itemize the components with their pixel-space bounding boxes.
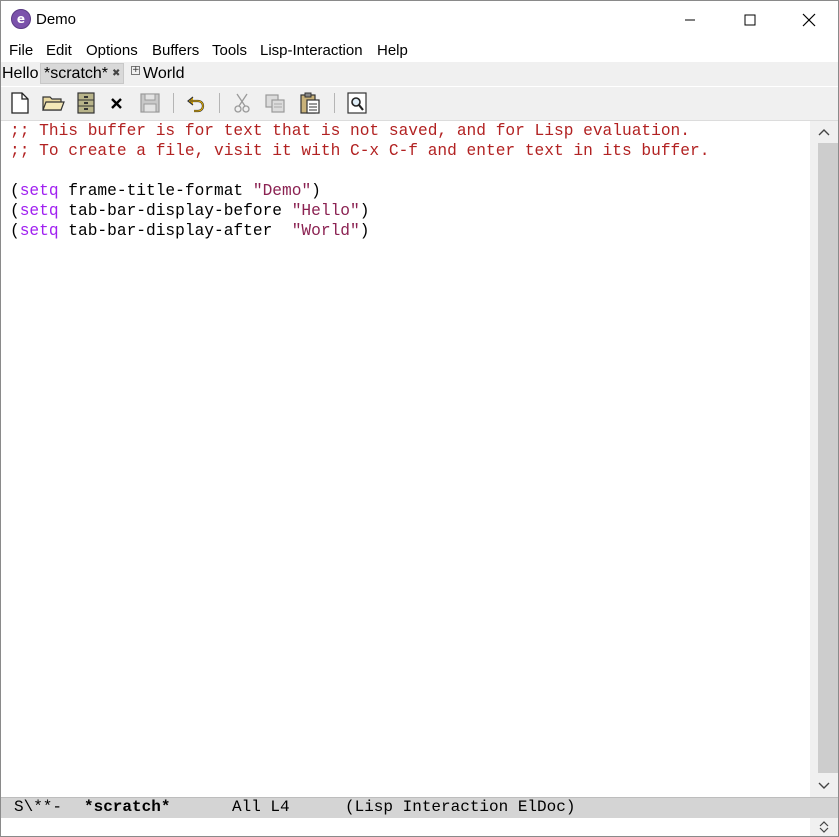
undo-icon[interactable] <box>184 91 208 115</box>
title-bar[interactable]: e Demo <box>1 1 838 39</box>
close-button[interactable] <box>780 1 838 39</box>
menu-edit[interactable]: Edit <box>46 42 72 59</box>
string-text: "World" <box>291 222 360 240</box>
menu-bar: File Edit Options Buffers Tools Lisp-Int… <box>1 40 838 62</box>
menu-buffers[interactable]: Buffers <box>152 42 199 59</box>
scroll-down-button[interactable] <box>810 775 838 797</box>
close-icon <box>802 13 816 27</box>
mode-line[interactable]: S\**- *scratch* All L4 (Lisp Interaction… <box>1 797 838 818</box>
chevron-down-icon <box>818 782 830 789</box>
new-tab-icon[interactable]: + <box>131 66 140 75</box>
minibuffer[interactable] <box>1 818 810 836</box>
string-text: "Hello" <box>291 202 360 220</box>
tab-close-icon[interactable]: ✖ <box>112 68 120 79</box>
cut-icon <box>230 91 254 115</box>
code-text: ( <box>10 202 20 220</box>
keyword-text: setq <box>19 182 59 200</box>
code-text: ( <box>10 182 20 200</box>
code-text: frame-title-format <box>58 182 253 200</box>
maximize-button[interactable] <box>721 1 779 39</box>
minimize-button[interactable] <box>661 1 719 39</box>
dired-icon[interactable] <box>74 91 98 115</box>
window-title: Demo <box>36 11 77 28</box>
modeline-status: S\**- <box>14 798 63 816</box>
buffer-line[interactable]: (setq tab-bar-display-after "World") <box>10 221 369 241</box>
buffer-line[interactable]: (setq tab-bar-display-before "Hello") <box>10 201 369 221</box>
new-file-icon[interactable] <box>8 91 32 115</box>
toolbar-separator <box>219 93 220 113</box>
code-text: ( <box>10 222 20 240</box>
tab-bar: Hello *scratch* ✖ + World <box>1 62 838 86</box>
buffer-text-area[interactable]: ;; This buffer is for text that is not s… <box>1 121 810 797</box>
code-text: ) <box>359 222 370 240</box>
menu-help[interactable]: Help <box>377 42 408 59</box>
minibuffer-scrollbar[interactable] <box>810 818 838 836</box>
code-text: ) <box>311 182 321 200</box>
tab-label: *scratch* <box>44 64 109 82</box>
modeline-modes[interactable]: (Lisp Interaction ElDoc) <box>345 798 575 817</box>
menu-options[interactable]: Options <box>86 42 138 59</box>
paste-icon[interactable] <box>298 91 322 115</box>
toolbar-separator <box>173 93 174 113</box>
search-icon[interactable] <box>345 91 369 115</box>
tab-bar-suffix: World <box>143 65 185 82</box>
close-buffer-icon[interactable] <box>105 91 129 115</box>
code-text: tab-bar-display-before <box>58 202 292 220</box>
emacs-window: e Demo File Edit Options Buffers Tools L… <box>0 0 839 837</box>
scroll-up-button[interactable] <box>810 121 838 143</box>
tab-scratch[interactable]: *scratch* ✖ <box>40 63 125 84</box>
string-text: "Demo" <box>252 182 312 200</box>
menu-tools[interactable]: Tools <box>212 42 247 59</box>
modeline-position: All L4 <box>232 798 290 816</box>
emacs-app-icon[interactable]: e <box>11 9 31 29</box>
toolbar-separator <box>334 93 335 113</box>
minimize-icon <box>685 19 695 21</box>
chevron-down-icon <box>819 827 829 833</box>
keyword-text: setq <box>19 222 59 240</box>
maximize-icon <box>744 14 756 26</box>
buffer-line[interactable]: (setq frame-title-format "Demo") <box>10 181 321 201</box>
comment-text: ;; This buffer is for text that is not s… <box>10 122 690 140</box>
buffer-line[interactable]: ;; To create a file, visit it with C-x C… <box>10 141 709 161</box>
scroll-thumb[interactable] <box>818 143 838 773</box>
buffer-line[interactable]: ;; This buffer is for text that is not s… <box>10 121 690 141</box>
save-icon <box>138 91 162 115</box>
copy-icon <box>263 91 287 115</box>
chevron-up-icon <box>818 129 830 136</box>
keyword-text: setq <box>19 202 59 220</box>
open-folder-icon[interactable] <box>41 91 65 115</box>
vertical-scrollbar[interactable] <box>810 121 838 797</box>
tool-bar <box>1 87 838 121</box>
tab-bar-prefix: Hello <box>2 65 39 82</box>
comment-text: ;; To create a file, visit it with C-x C… <box>10 142 710 160</box>
code-text: tab-bar-display-after <box>58 222 292 240</box>
code-text: ) <box>359 202 370 220</box>
menu-lisp-interaction[interactable]: Lisp-Interaction <box>260 42 363 59</box>
menu-file[interactable]: File <box>9 42 33 59</box>
modeline-buffer-name[interactable]: *scratch* <box>84 798 170 817</box>
